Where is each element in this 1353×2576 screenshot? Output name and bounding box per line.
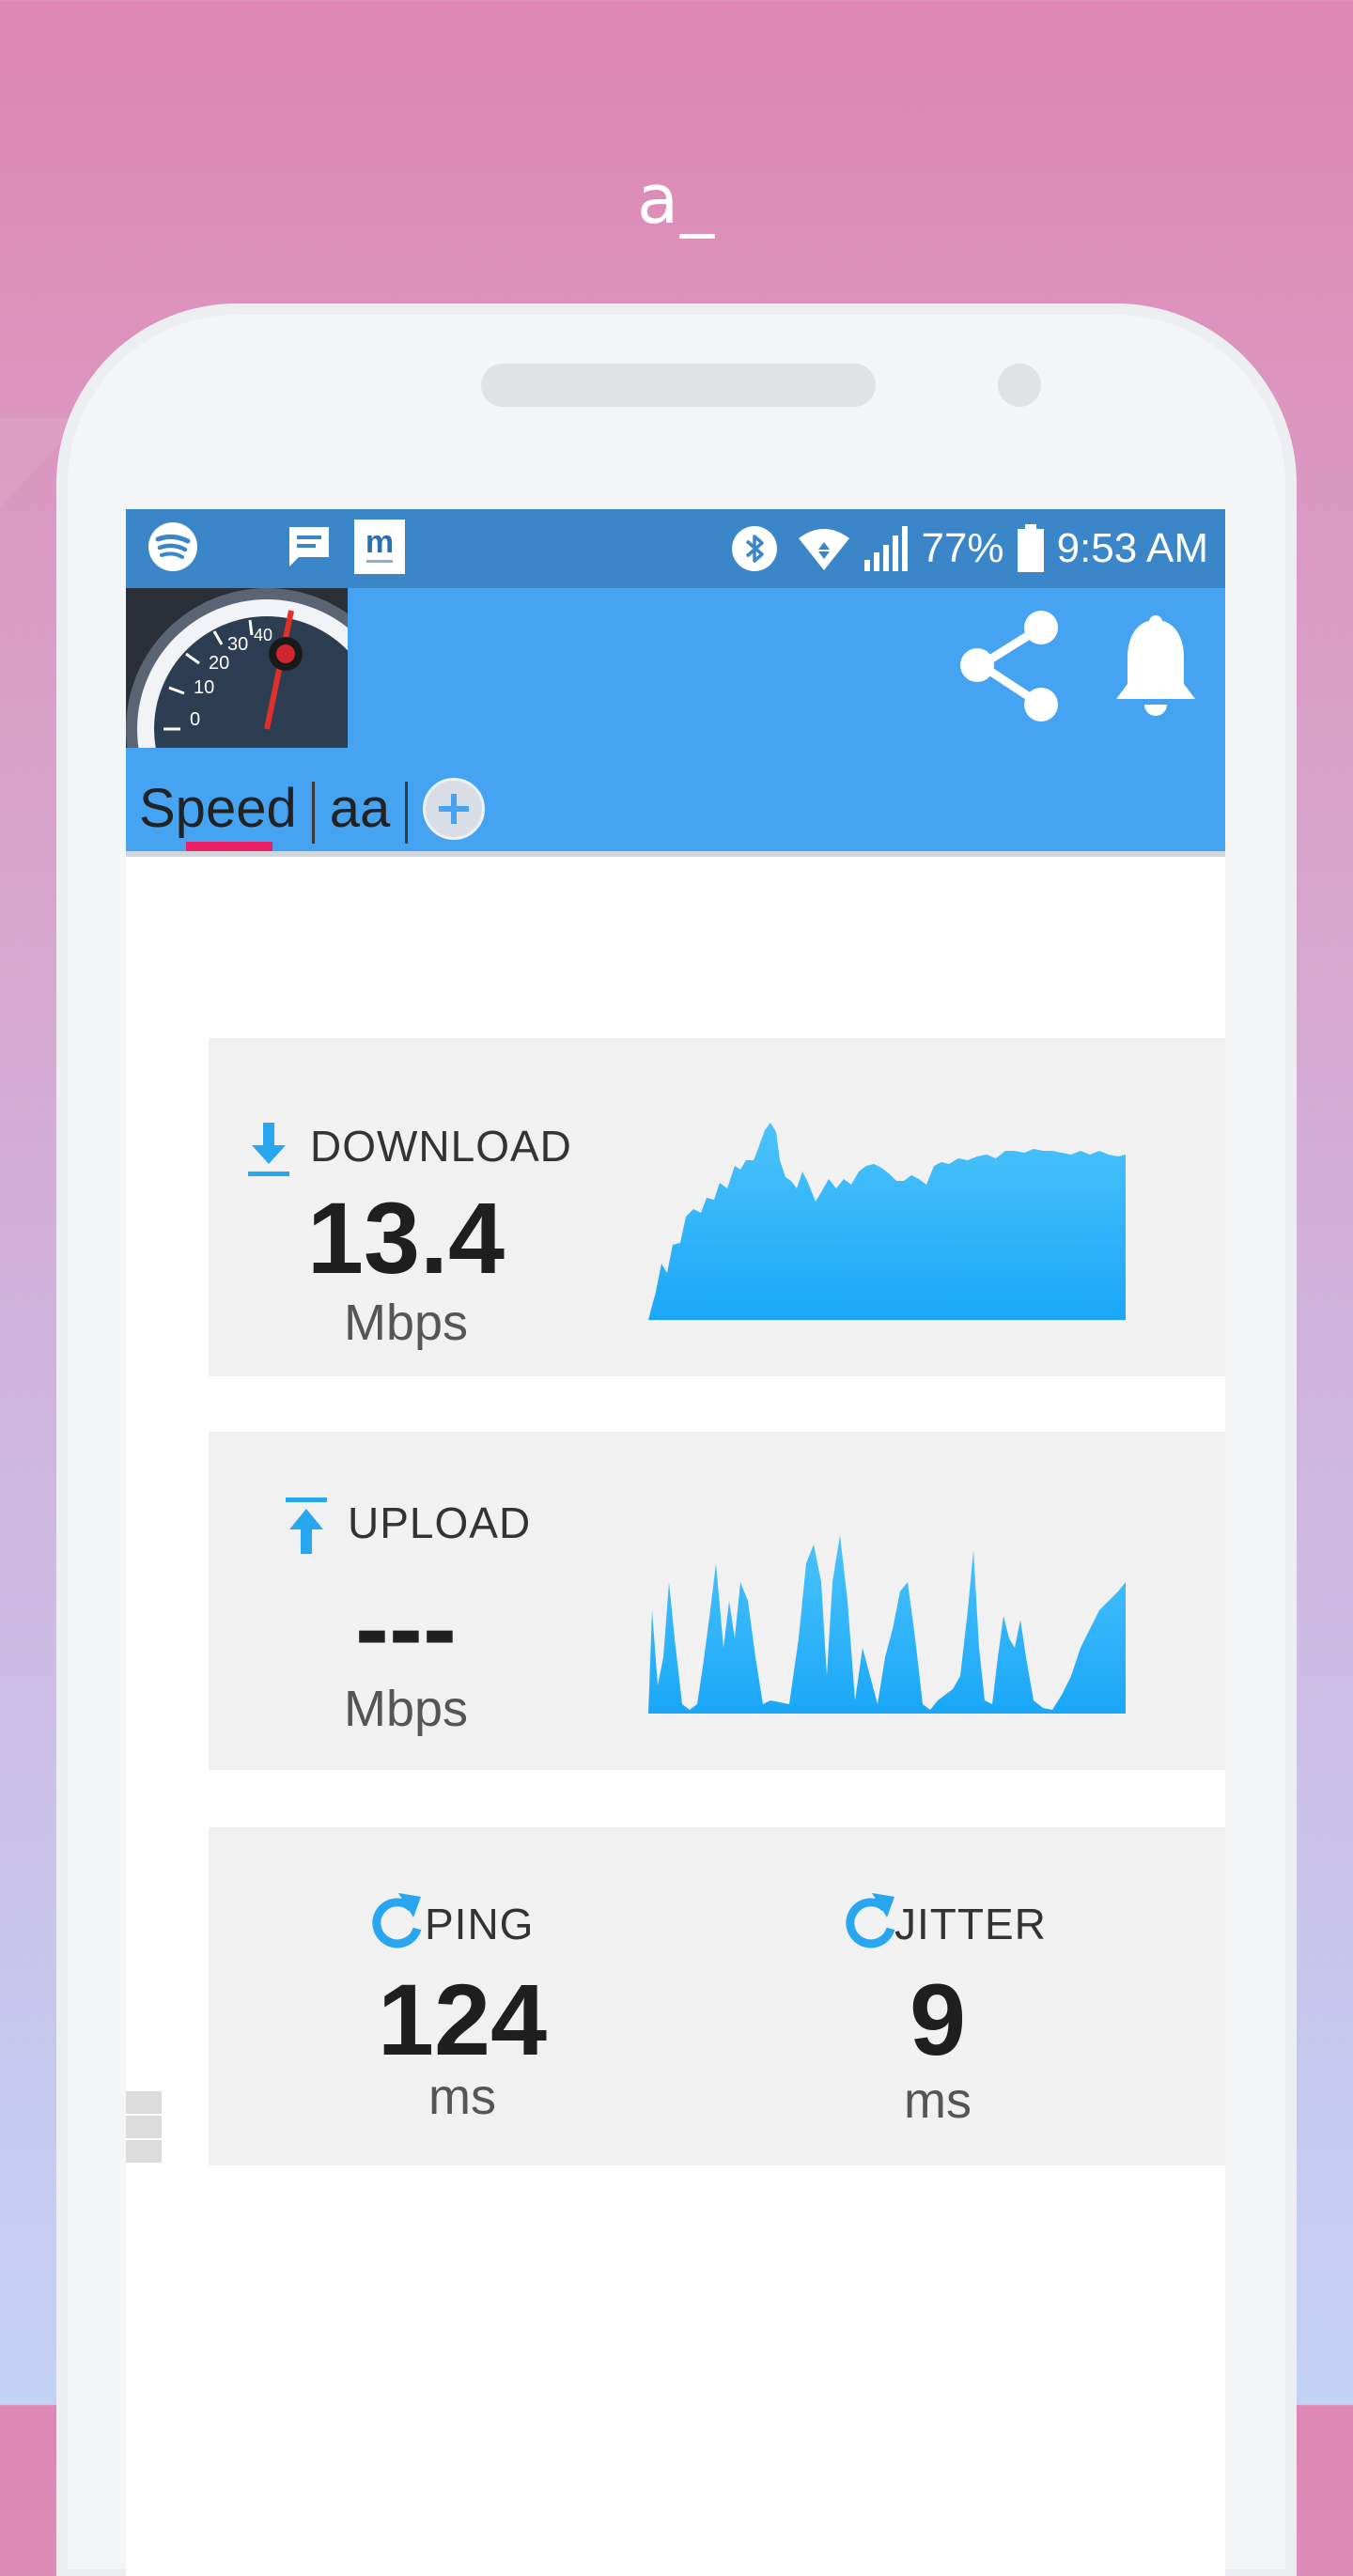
jitter-value: 9 xyxy=(909,1963,967,2076)
tab-aa-label: aa xyxy=(329,778,391,839)
svg-text:m: m xyxy=(365,524,394,560)
phone-speaker xyxy=(481,364,876,407)
app-bar-divider xyxy=(126,851,1225,857)
download-label: DOWNLOAD xyxy=(310,1122,572,1171)
m-app-icon: m xyxy=(354,520,405,574)
wifi-icon xyxy=(799,529,850,570)
ping-unit: ms xyxy=(428,2069,496,2125)
svg-text:40: 40 xyxy=(254,626,272,644)
download-icon xyxy=(248,1123,289,1176)
spotify-icon xyxy=(148,522,197,571)
drawer-handle[interactable] xyxy=(126,2091,162,2116)
upload-graph xyxy=(648,1535,1126,1714)
app-screen: m 77% 9:53 AM 0 10 20 30 40 Speed aa DOW… xyxy=(126,509,1225,2576)
signal-icon xyxy=(864,526,909,571)
battery-icon xyxy=(1017,524,1044,572)
bell-icon[interactable] xyxy=(1109,614,1203,727)
svg-text:20: 20 xyxy=(209,653,229,674)
svg-text:30: 30 xyxy=(227,634,248,655)
upload-value: --- xyxy=(355,1571,457,1684)
phone-frame: m 77% 9:53 AM 0 10 20 30 40 Speed aa DOW… xyxy=(68,315,1285,2576)
jitter-label: JITTER xyxy=(894,1900,1047,1948)
message-icon xyxy=(289,527,329,566)
phone-camera xyxy=(998,364,1041,407)
upload-label: UPLOAD xyxy=(348,1498,532,1547)
jitter-unit: ms xyxy=(904,2072,972,2129)
tab-speed[interactable]: Speed xyxy=(139,776,297,855)
clock: 9:53 AM xyxy=(1056,525,1208,571)
battery-percent: 77% xyxy=(921,525,1004,571)
drawer-handle[interactable] xyxy=(126,2140,162,2165)
tab-speed-label: Speed xyxy=(139,778,297,839)
drawer-handle[interactable] xyxy=(126,2116,162,2140)
jitter-refresh-icon[interactable] xyxy=(844,1891,898,1949)
tab-divider xyxy=(311,782,315,844)
app-bar: 0 10 20 30 40 Speed aa xyxy=(126,588,1225,855)
ping-label: PING xyxy=(425,1900,535,1948)
share-icon[interactable] xyxy=(953,607,1065,729)
upload-unit: Mbps xyxy=(343,1681,469,1737)
upload-icon xyxy=(286,1497,327,1554)
latency-card: PING 124 ms JITTER 9 ms xyxy=(209,1827,1225,2165)
tab-bar: Speed aa xyxy=(139,776,486,855)
tab-aa[interactable]: aa xyxy=(330,776,391,842)
tab-divider xyxy=(405,782,409,844)
download-value: 13.4 xyxy=(306,1181,505,1295)
status-bar: m 77% 9:53 AM xyxy=(126,509,1225,588)
bluetooth-icon xyxy=(732,526,778,571)
svg-text:0: 0 xyxy=(190,709,200,730)
svg-text:10: 10 xyxy=(194,677,214,698)
plus-icon xyxy=(439,794,470,824)
ping-value: 124 xyxy=(377,1963,548,2076)
add-tab-button[interactable] xyxy=(423,778,486,840)
promo-title: a_ xyxy=(636,160,717,239)
speedometer-logo: 0 10 20 30 40 xyxy=(126,588,348,748)
download-graph xyxy=(648,1123,1126,1320)
ping-refresh-icon[interactable] xyxy=(370,1891,425,1949)
upload-card: UPLOAD --- Mbps xyxy=(209,1432,1225,1770)
download-card: DOWNLOAD 13.4 Mbps xyxy=(209,1038,1225,1376)
download-unit: Mbps xyxy=(343,1295,469,1351)
